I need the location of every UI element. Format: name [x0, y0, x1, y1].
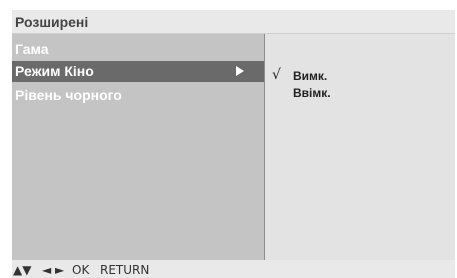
left-right-arrows-icon: ◄ ►	[42, 263, 65, 277]
up-down-arrows-icon: ▲▼	[13, 263, 32, 277]
title-bar: Розширені	[12, 10, 455, 34]
ok-hint: OK	[72, 263, 90, 277]
option-on[interactable]: Ввімк.	[265, 84, 455, 102]
menu-item-label: Гама	[15, 41, 49, 57]
option-label: Вимк.	[293, 69, 328, 83]
menu-item-label: Режим Кіно	[15, 63, 94, 79]
menu-item-cinema-mode[interactable]: Режим Кіно	[12, 61, 264, 82]
menu-item-label: Рівень чорного	[15, 87, 122, 103]
osd-menu: Розширені Гама Режим Кіно Рівень чорного…	[12, 10, 455, 278]
menu-item-black-level[interactable]: Рівень чорного	[12, 85, 264, 106]
menu-list: Гама Режим Кіно Рівень чорного	[12, 34, 264, 260]
option-off[interactable]: √ Вимк.	[265, 67, 455, 85]
options-panel: √ Вимк. Ввімк.	[265, 34, 455, 260]
menu-title: Розширені	[15, 14, 89, 30]
option-label: Ввімк.	[293, 86, 331, 100]
triangle-right-icon	[236, 66, 244, 76]
check-icon: √	[272, 67, 281, 83]
footer-hints: ▲▼ ◄ ► OK RETURN	[12, 260, 455, 278]
menu-item-gamma[interactable]: Гама	[12, 39, 264, 60]
return-hint: RETURN	[100, 263, 150, 277]
